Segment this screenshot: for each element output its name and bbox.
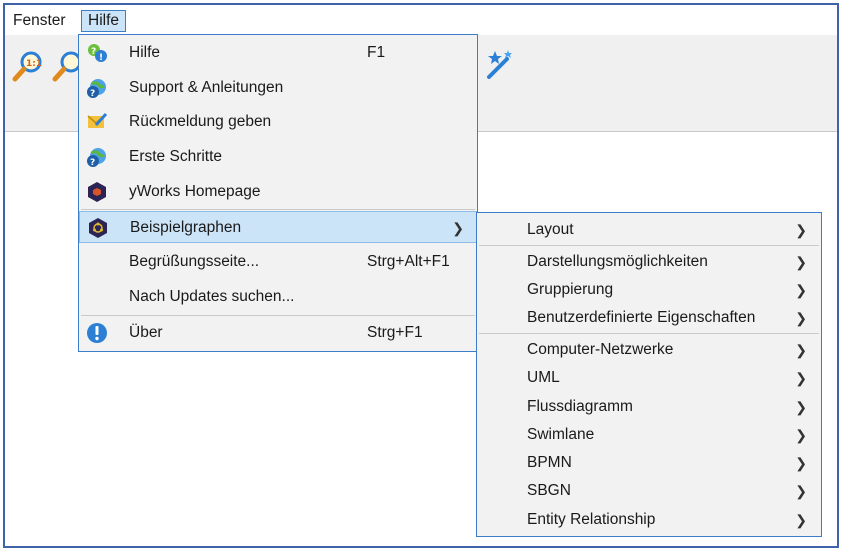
svg-text:?: ? <box>90 89 95 99</box>
globe-help-icon: ? <box>87 79 106 99</box>
menu-item-label: Swimlane <box>527 426 595 443</box>
menu-item-label: Beispielgraphen <box>130 219 242 236</box>
menu-item-label: Erste Schritte <box>129 148 223 165</box>
submenu-item-uml[interactable]: UML ❯ <box>477 364 821 392</box>
menu-item-shortcut: Strg+Alt+F1 <box>367 253 450 270</box>
menu-fenster[interactable]: Fenster <box>7 10 72 32</box>
menu-item-label: Hilfe <box>129 44 161 61</box>
chevron-right-icon: ❯ <box>795 342 807 358</box>
menu-item-begruessungsseite[interactable]: Begrüßungsseite... Strg+Alt+F1 <box>79 246 477 278</box>
menu-item-label: Gruppierung <box>527 281 614 298</box>
menu-item-label: UML <box>527 369 560 386</box>
menu-item-label: BPMN <box>527 454 572 471</box>
menu-item-feedback[interactable]: Rückmeldung geben <box>79 106 477 138</box>
menu-item-hilfe[interactable]: ? ! Hilfe F1 <box>79 37 477 69</box>
chevron-right-icon: ❯ <box>795 310 807 326</box>
chevron-right-icon: ❯ <box>452 220 464 236</box>
chevron-right-icon: ❯ <box>795 222 807 238</box>
info-icon <box>87 323 107 343</box>
chevron-right-icon: ❯ <box>795 399 807 415</box>
submenu-item-benutzerdefiniert[interactable]: Benutzerdefinierte Eigenschaften ❯ <box>477 304 821 332</box>
help-menu: ? ! Hilfe F1 ? Support & Anleitungen Rüc… <box>78 34 478 352</box>
help-icon: ? ! <box>88 44 107 63</box>
menu-item-label: yWorks Homepage <box>129 183 261 200</box>
svg-text:?: ? <box>90 158 95 168</box>
menu-item-label: Nach Updates suchen... <box>129 288 295 305</box>
menu-item-label: Computer-Netzwerke <box>527 341 674 358</box>
menu-item-updates[interactable]: Nach Updates suchen... <box>79 281 477 313</box>
menu-item-label: Support & Anleitungen <box>129 79 284 96</box>
beispielgraphen-submenu: Layout ❯ Darstellungsmöglichkeiten ❯ Gru… <box>476 212 822 537</box>
menu-separator <box>479 333 819 334</box>
svg-text:1:1: 1:1 <box>26 59 42 69</box>
submenu-item-computer-netzwerke[interactable]: Computer-Netzwerke ❯ <box>477 336 821 364</box>
chevron-right-icon: ❯ <box>795 427 807 443</box>
menu-item-erste-schritte[interactable]: ? Erste Schritte <box>79 141 477 173</box>
menu-item-label: SBGN <box>527 482 571 499</box>
menu-item-label: Über <box>129 324 163 341</box>
submenu-item-sbgn[interactable]: SBGN ❯ <box>477 477 821 505</box>
menu-item-shortcut: F1 <box>367 44 386 61</box>
chevron-right-icon: ❯ <box>795 455 807 471</box>
menu-separator <box>81 209 475 210</box>
yworks-graph-icon <box>89 218 107 238</box>
menu-item-label: Flussdiagramm <box>527 398 633 415</box>
menu-item-label: Darstellungsmöglichkeiten <box>527 253 708 270</box>
chevron-right-icon: ❯ <box>795 512 807 528</box>
menu-item-label: Layout <box>527 221 574 238</box>
menu-item-support[interactable]: ? Support & Anleitungen <box>79 72 477 104</box>
yworks-logo-icon <box>88 182 106 202</box>
chevron-right-icon: ❯ <box>795 254 807 270</box>
menu-item-label: Begrüßungsseite... <box>129 253 260 270</box>
menu-item-beispielgraphen[interactable]: Beispielgraphen ❯ <box>79 211 477 243</box>
feedback-icon <box>87 112 108 128</box>
menu-item-shortcut: Strg+F1 <box>367 324 423 341</box>
zoom-original-icon[interactable]: 1:1 <box>11 49 45 83</box>
chevron-right-icon: ❯ <box>795 370 807 386</box>
menu-bar: Fenster Hilfe <box>5 5 837 35</box>
submenu-item-darstellung[interactable]: Darstellungsmöglichkeiten ❯ <box>477 248 821 276</box>
menu-item-label: Rückmeldung geben <box>129 113 272 130</box>
menu-hilfe[interactable]: Hilfe <box>81 10 127 32</box>
menu-item-yworks-homepage[interactable]: yWorks Homepage <box>79 176 477 208</box>
submenu-item-swimlane[interactable]: Swimlane ❯ <box>477 421 821 449</box>
menu-separator <box>81 315 475 316</box>
menu-separator <box>479 245 819 246</box>
chevron-right-icon: ❯ <box>795 483 807 499</box>
chevron-right-icon: ❯ <box>795 282 807 298</box>
submenu-item-entity-relationship[interactable]: Entity Relationship ❯ <box>477 506 821 534</box>
magic-wand-icon[interactable] <box>481 47 517 83</box>
globe-help-icon: ? <box>87 148 106 168</box>
submenu-item-gruppierung[interactable]: Gruppierung ❯ <box>477 276 821 304</box>
svg-text:!: ! <box>99 53 103 63</box>
menu-item-label: Entity Relationship <box>527 511 656 528</box>
submenu-item-flussdiagramm[interactable]: Flussdiagramm ❯ <box>477 393 821 421</box>
menu-item-label: Benutzerdefinierte Eigenschaften <box>527 309 756 326</box>
menu-item-ueber[interactable]: Über Strg+F1 <box>79 317 477 349</box>
submenu-item-bpmn[interactable]: BPMN ❯ <box>477 449 821 477</box>
submenu-item-layout[interactable]: Layout ❯ <box>477 216 821 244</box>
